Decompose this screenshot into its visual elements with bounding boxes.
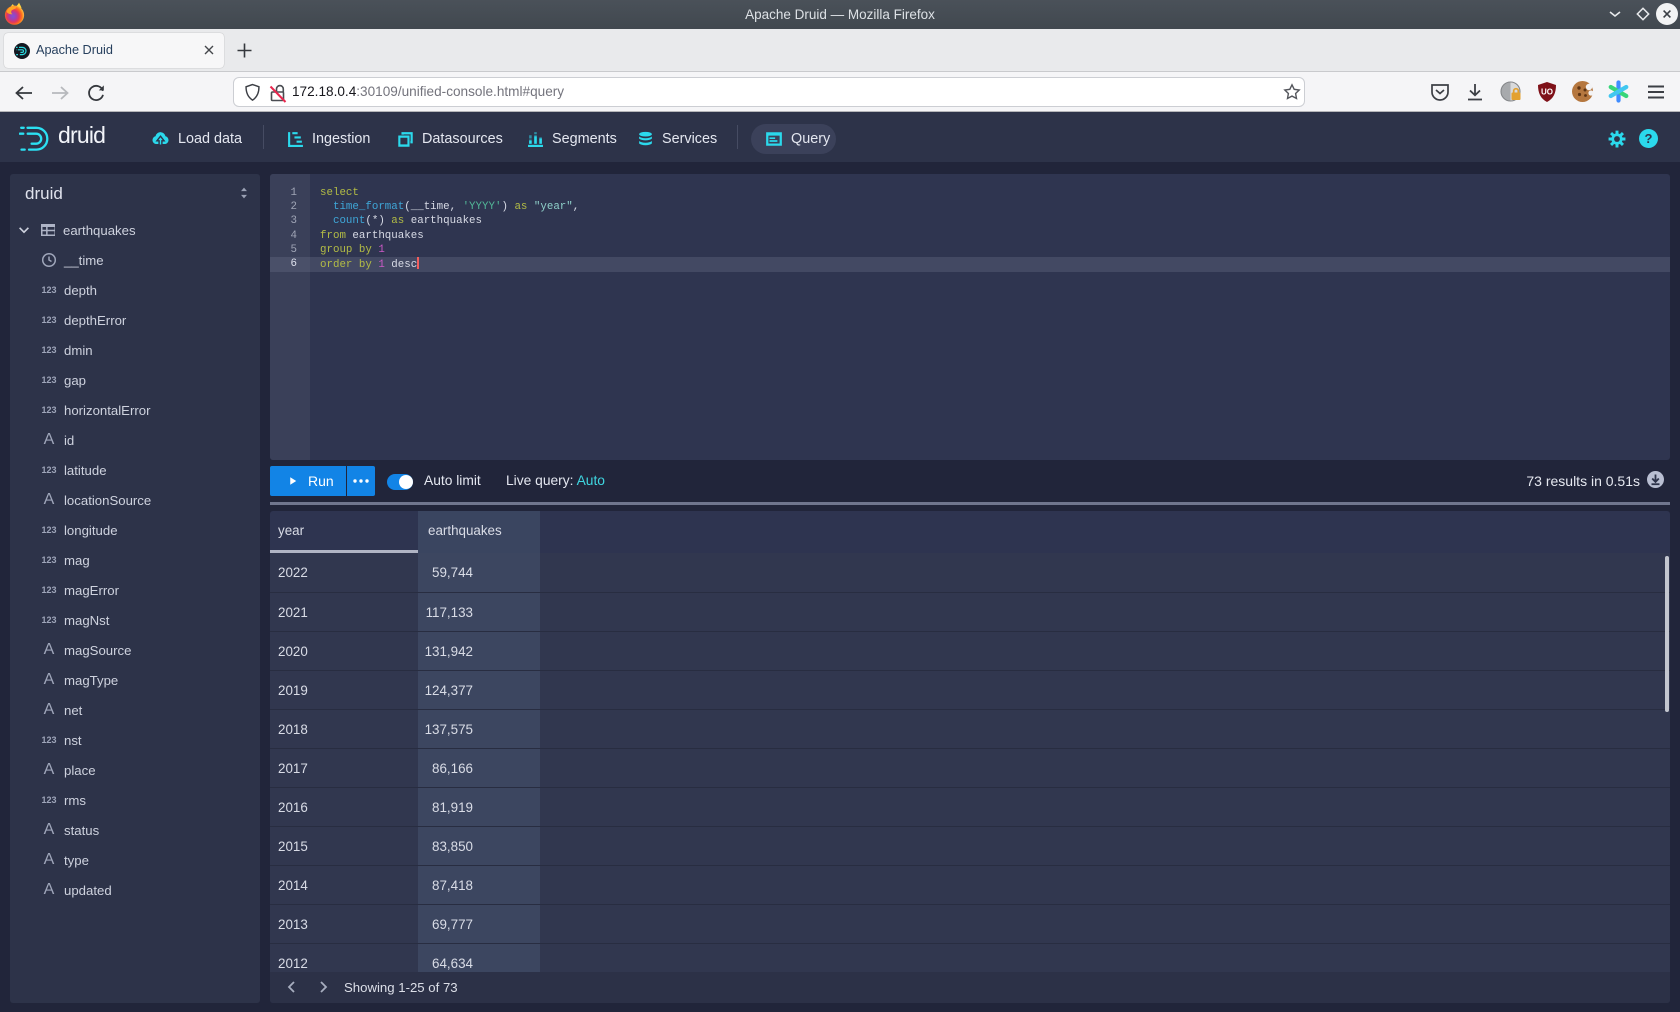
svg-text:UO: UO bbox=[1541, 88, 1553, 97]
